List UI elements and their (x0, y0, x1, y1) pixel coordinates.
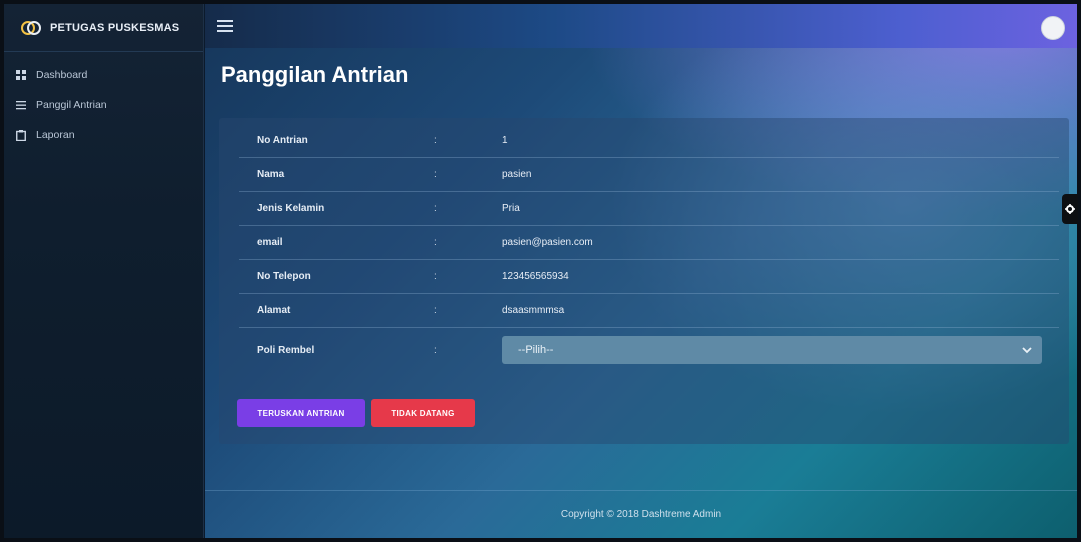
poli-select-value: --Pilih-- (518, 344, 554, 356)
row-separator: : (434, 237, 437, 248)
row-separator: : (434, 344, 437, 356)
row-label: Nama (257, 169, 285, 180)
sidebar-menu: Dashboard Panggil Antrian Laporan (4, 60, 203, 150)
table-row: Alamat : dsaasmmmsa (239, 294, 1059, 328)
row-label: Jenis Kelamin (257, 203, 325, 214)
main-content: Panggilan Antrian No Antrian : 1 Nama : … (205, 4, 1078, 538)
row-label: No Telepon (257, 271, 311, 282)
poli-select[interactable]: --Pilih-- (502, 336, 1042, 364)
sidebar-item-label: Panggil Antrian (36, 99, 107, 111)
table-row: Jenis Kelamin : Pria (239, 192, 1059, 226)
row-value: dsaasmmmsa (502, 305, 565, 316)
row-label: No Antrian (257, 135, 308, 146)
page-title: Panggilan Antrian (221, 62, 409, 87)
clipboard-icon (14, 128, 28, 142)
table-row: No Telepon : 123456565934 (239, 260, 1059, 294)
chevron-down-icon (1022, 347, 1032, 354)
table-row: Nama : pasien (239, 158, 1059, 192)
sidebar-item-label: Dashboard (36, 69, 88, 81)
row-value: pasien (502, 169, 532, 180)
poli-select-cell: --Pilih-- (492, 336, 1059, 364)
topbar (205, 4, 1077, 48)
brand-name: PETUGAS PUSKESMAS (50, 21, 180, 34)
row-value: 1 (502, 135, 508, 146)
sidebar-item-dashboard[interactable]: Dashboard (4, 60, 203, 90)
row-value: pasien@pasien.com (502, 237, 593, 248)
row-value: Pria (502, 203, 520, 214)
brand-logo-icon (21, 20, 41, 35)
hamburger-menu-icon[interactable] (217, 20, 233, 32)
forward-queue-button[interactable]: TERUSKAN ANTRIAN (237, 399, 365, 427)
row-separator: : (434, 203, 437, 214)
patient-info-table: No Antrian : 1 Nama : pasien Jenis Kelam… (239, 124, 1059, 372)
row-separator: : (434, 169, 437, 180)
sidebar-item-label: Laporan (36, 129, 75, 141)
patient-card: No Antrian : 1 Nama : pasien Jenis Kelam… (219, 118, 1069, 444)
row-label: Alamat (257, 305, 291, 316)
list-icon (14, 98, 28, 112)
row-value: 123456565934 (502, 271, 569, 282)
settings-gear-icon[interactable] (1062, 194, 1078, 224)
avatar[interactable] (1041, 16, 1065, 40)
row-separator: : (434, 305, 437, 316)
not-present-button[interactable]: TIDAK DATANG (371, 399, 475, 427)
sidebar: PETUGAS PUSKESMAS Dashboard Panggil Antr… (4, 4, 204, 538)
sidebar-item-laporan[interactable]: Laporan (4, 120, 203, 150)
gear-icon (1065, 204, 1075, 214)
row-label: email (257, 237, 283, 248)
sidebar-item-panggil-antrian[interactable]: Panggil Antrian (4, 90, 203, 120)
table-row: email : pasien@pasien.com (239, 226, 1059, 260)
footer: Copyright © 2018 Dashtreme Admin (205, 490, 1077, 538)
row-separator: : (434, 271, 437, 282)
row-label: Poli Rembel (257, 344, 315, 356)
copyright-text: Copyright © 2018 Dashtreme Admin (560, 509, 722, 520)
brand[interactable]: PETUGAS PUSKESMAS (4, 4, 203, 52)
table-row: No Antrian : 1 (239, 124, 1059, 158)
row-separator: : (434, 135, 437, 146)
grid-icon (14, 68, 28, 82)
table-row: Poli Rembel : --Pilih-- (239, 328, 1059, 372)
